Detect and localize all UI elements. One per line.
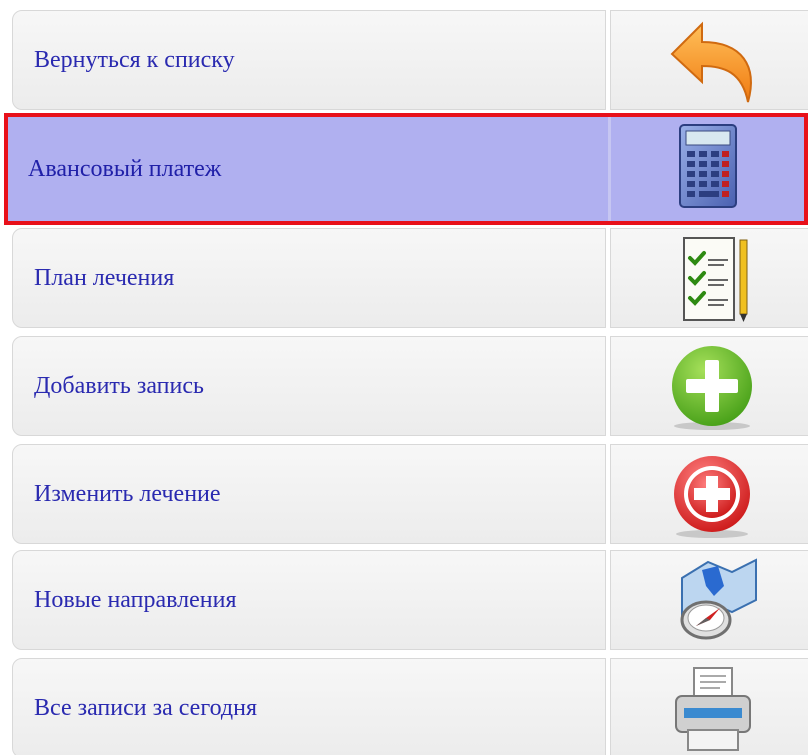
action-menu: Вернуться к списку Авансовый платеж План…	[0, 0, 808, 755]
menu-item-all-records-today[interactable]: Все записи за сегодня	[12, 658, 808, 755]
back-arrow-icon	[670, 21, 752, 103]
menu-item-label: Новые направления	[34, 587, 237, 613]
menu-item-advance-payment[interactable]: Авансовый платеж	[4, 113, 808, 225]
checklist-icon	[683, 237, 748, 322]
printer-icon	[675, 667, 751, 751]
menu-item-new-referrals[interactable]: Новые направления	[12, 550, 808, 650]
menu-item-back-to-list[interactable]: Вернуться к списку	[12, 10, 808, 110]
menu-item-label: Авансовый платеж	[28, 156, 222, 182]
calculator-icon	[679, 124, 737, 208]
menu-item-label: Изменить лечение	[34, 481, 221, 507]
map-compass-icon	[680, 558, 757, 640]
add-icon	[672, 346, 752, 430]
menu-item-label: Добавить запись	[34, 373, 204, 399]
menu-item-change-treatment[interactable]: Изменить лечение	[12, 444, 808, 544]
menu-item-label: Все записи за сегодня	[34, 695, 257, 721]
menu-item-label: План лечения	[34, 265, 175, 291]
menu-item-treatment-plan[interactable]: План лечения	[12, 228, 808, 328]
menu-item-add-record[interactable]: Добавить запись	[12, 336, 808, 436]
medical-cross-icon	[674, 456, 750, 538]
menu-item-label: Вернуться к списку	[34, 47, 235, 73]
active-row-divider	[608, 117, 611, 221]
